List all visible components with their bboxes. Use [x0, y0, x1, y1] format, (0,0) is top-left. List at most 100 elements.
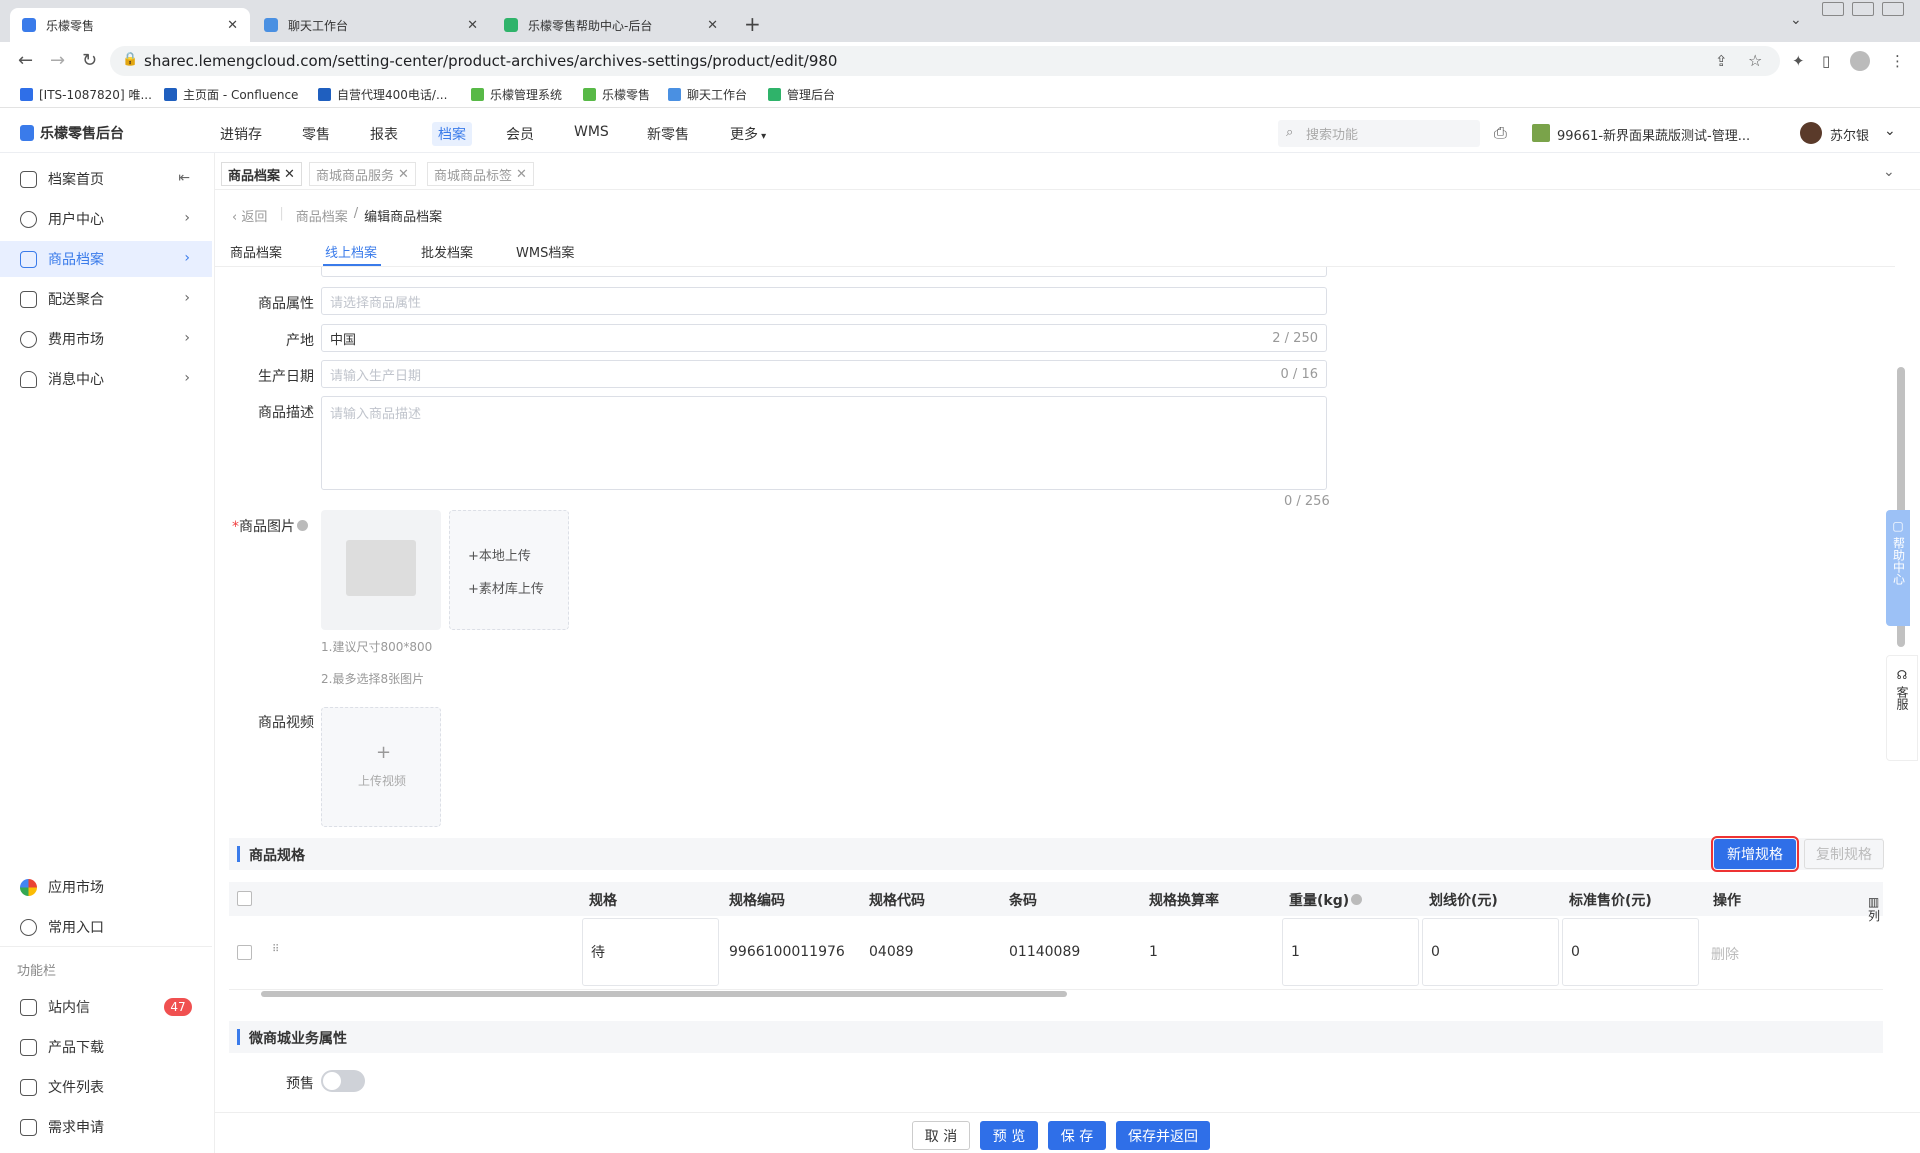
sidebar-item-download[interactable]: 产品下载	[0, 1029, 212, 1065]
drag-handle-icon[interactable]: ⠿	[272, 944, 279, 955]
nav-more[interactable]: 更多 ▾	[730, 124, 766, 144]
close-icon[interactable]: ✕	[284, 167, 295, 182]
tab-mall-service[interactable]: 商城商品服务 ✕	[309, 162, 416, 186]
profile-avatar-icon[interactable]	[1850, 51, 1870, 71]
nav-new-retail[interactable]: 新零售	[647, 124, 689, 144]
save-button[interactable]: 保 存	[1048, 1121, 1106, 1150]
close-tab-icon[interactable]: ✕	[467, 18, 478, 33]
presale-toggle[interactable]	[321, 1070, 365, 1092]
weight-input[interactable]: 1	[1282, 918, 1419, 986]
bookmark-item[interactable]: 聊天工作台	[668, 86, 747, 103]
avatar[interactable]	[1800, 122, 1822, 144]
description-textarea[interactable]: 请输入商品描述	[321, 396, 1327, 490]
sidebar-item-delivery[interactable]: 配送聚合 ›	[0, 281, 212, 317]
url-field[interactable]: 🔒 sharec.lemengcloud.com/setting-center/…	[110, 46, 1780, 76]
browser-tab[interactable]: 聊天工作台 ✕	[252, 8, 490, 42]
chevron-down-icon[interactable]: ⌄	[1883, 164, 1895, 180]
bookmark-item[interactable]: 自营代理400电话/...	[318, 86, 447, 103]
info-icon[interactable]	[297, 520, 308, 531]
sidebar-item-user-center[interactable]: 用户中心 ›	[0, 201, 212, 237]
subtab-online-archive[interactable]: 线上档案	[325, 242, 377, 261]
local-upload-button[interactable]: +本地上传	[468, 545, 531, 564]
sidebar-item-request[interactable]: 需求申请	[0, 1109, 212, 1145]
close-icon[interactable]: ✕	[398, 167, 409, 182]
close-tab-icon[interactable]: ✕	[707, 18, 718, 33]
horizontal-scrollbar[interactable]	[261, 991, 1067, 997]
maximize-icon[interactable]	[1852, 2, 1874, 16]
nav-report[interactable]: 报表	[370, 124, 398, 144]
nav-retail[interactable]: 零售	[302, 124, 330, 144]
browser-tab[interactable]: 乐檬零售 ✕	[10, 8, 250, 42]
sidepanel-icon[interactable]: ▯	[1822, 52, 1830, 70]
add-spec-button[interactable]: 新增规格	[1711, 836, 1799, 872]
breadcrumb-parent[interactable]: 商品档案	[296, 206, 348, 225]
sidebar-item-inbox[interactable]: 站内信 47	[0, 989, 212, 1025]
origin-input[interactable]: 中国 2 / 250	[321, 324, 1327, 352]
bookmark-item[interactable]: [ITS-1087820] 唯...	[20, 86, 152, 103]
row-checkbox[interactable]	[237, 945, 252, 960]
forward-arrow-icon[interactable]: →	[50, 50, 65, 71]
app-logo[interactable]: 乐檬零售后台	[20, 123, 124, 143]
bookmark-item[interactable]: 主页面 - Confluence	[164, 86, 298, 103]
nav-jinxiaocun[interactable]: 进销存	[220, 124, 262, 144]
bookmark-item[interactable]: 管理后台	[768, 86, 835, 103]
subtab-wms-archive[interactable]: WMS档案	[516, 242, 574, 261]
sidebar: 档案首页 ⇤ 用户中心 › 商品档案 › 配送聚合 › 费用市场 › 消息中心 …	[0, 153, 215, 1153]
save-return-button[interactable]: 保存并返回	[1116, 1121, 1210, 1150]
kebab-menu-icon[interactable]: ⋮	[1890, 52, 1905, 70]
tab-mall-label[interactable]: 商城商品标签 ✕	[427, 162, 534, 186]
sidebar-item-product-archive[interactable]: 商品档案 ›	[0, 241, 212, 277]
product-image-placeholder[interactable]	[321, 510, 441, 630]
subtab-product-archive[interactable]: 商品档案	[230, 242, 282, 261]
reload-icon[interactable]: ↻	[82, 50, 97, 71]
bookmark-item[interactable]: 乐檬管理系统	[471, 86, 562, 103]
sidebar-item-message-center[interactable]: 消息中心 ›	[0, 361, 212, 397]
cutoff-field	[321, 267, 1327, 277]
info-icon[interactable]	[1351, 894, 1363, 905]
sidebar-item-file-list[interactable]: 文件列表	[0, 1069, 212, 1105]
subtab-wholesale-archive[interactable]: 批发档案	[421, 242, 473, 261]
select-all-checkbox[interactable]	[237, 891, 252, 906]
video-upload-box[interactable]: + 上传视频	[321, 707, 441, 827]
printer-icon[interactable]: ⎙	[1494, 123, 1507, 143]
collapse-sidebar-icon[interactable]: ⇤	[178, 170, 190, 186]
sidebar-item-fee-market[interactable]: 费用市场 ›	[0, 321, 212, 357]
sidebar-item-favorites[interactable]: 常用入口	[0, 909, 212, 945]
nav-member[interactable]: 会员	[506, 124, 534, 144]
tab-search-chevron-icon[interactable]: ⌄	[1790, 12, 1802, 28]
price-input[interactable]: 0	[1562, 918, 1699, 986]
new-tab-icon[interactable]: +	[744, 12, 761, 36]
nav-archive[interactable]: 档案	[432, 122, 472, 146]
delete-link[interactable]: 删除	[1711, 944, 1739, 964]
chevron-down-icon[interactable]: ⌄	[1884, 123, 1896, 139]
copy-spec-button[interactable]: 复制规格	[1804, 839, 1884, 869]
cancel-button[interactable]: 取 消	[912, 1121, 970, 1150]
customer-service-float[interactable]: ☊ 客服	[1886, 655, 1918, 761]
sidebar-item-app-market[interactable]: 应用市场	[0, 869, 212, 905]
bookmark-item[interactable]: 乐檬零售	[583, 86, 650, 103]
back-arrow-icon[interactable]: ←	[18, 50, 33, 71]
user-name[interactable]: 苏尔银	[1830, 125, 1869, 144]
production-date-input[interactable]: 请输入生产日期 0 / 16	[321, 360, 1327, 388]
close-window-icon[interactable]	[1882, 2, 1904, 16]
line-price-input[interactable]: 0	[1422, 918, 1559, 986]
share-icon[interactable]: ⇪	[1715, 52, 1728, 70]
back-link[interactable]: ‹ 返回	[232, 206, 267, 225]
preview-button[interactable]: 预 览	[980, 1121, 1038, 1150]
close-tab-icon[interactable]: ✕	[227, 18, 238, 33]
sidebar-item-archive-home[interactable]: 档案首页 ⇤	[0, 161, 212, 197]
function-search-input[interactable]: ⌕ 搜索功能	[1278, 120, 1480, 147]
close-icon[interactable]: ✕	[516, 167, 527, 182]
store-selector[interactable]: 99661-新界面果蔬版测试-管理...	[1557, 125, 1750, 144]
help-center-float[interactable]: ▢ 帮助中心	[1886, 510, 1910, 626]
minimize-icon[interactable]	[1822, 2, 1844, 16]
spec-input[interactable]: 待	[582, 918, 719, 986]
library-upload-button[interactable]: +素材库上传	[468, 578, 544, 597]
star-icon[interactable]: ☆	[1748, 51, 1762, 70]
tab-product-archive[interactable]: 商品档案 ✕	[221, 162, 302, 186]
toggle-knob	[323, 1072, 341, 1090]
browser-tab[interactable]: 乐檬零售帮助中心-后台 ✕	[492, 8, 730, 42]
extensions-icon[interactable]: ✦	[1792, 52, 1805, 70]
nav-wms[interactable]: WMS	[574, 124, 609, 140]
product-attr-select[interactable]: 请选择商品属性	[321, 287, 1327, 315]
